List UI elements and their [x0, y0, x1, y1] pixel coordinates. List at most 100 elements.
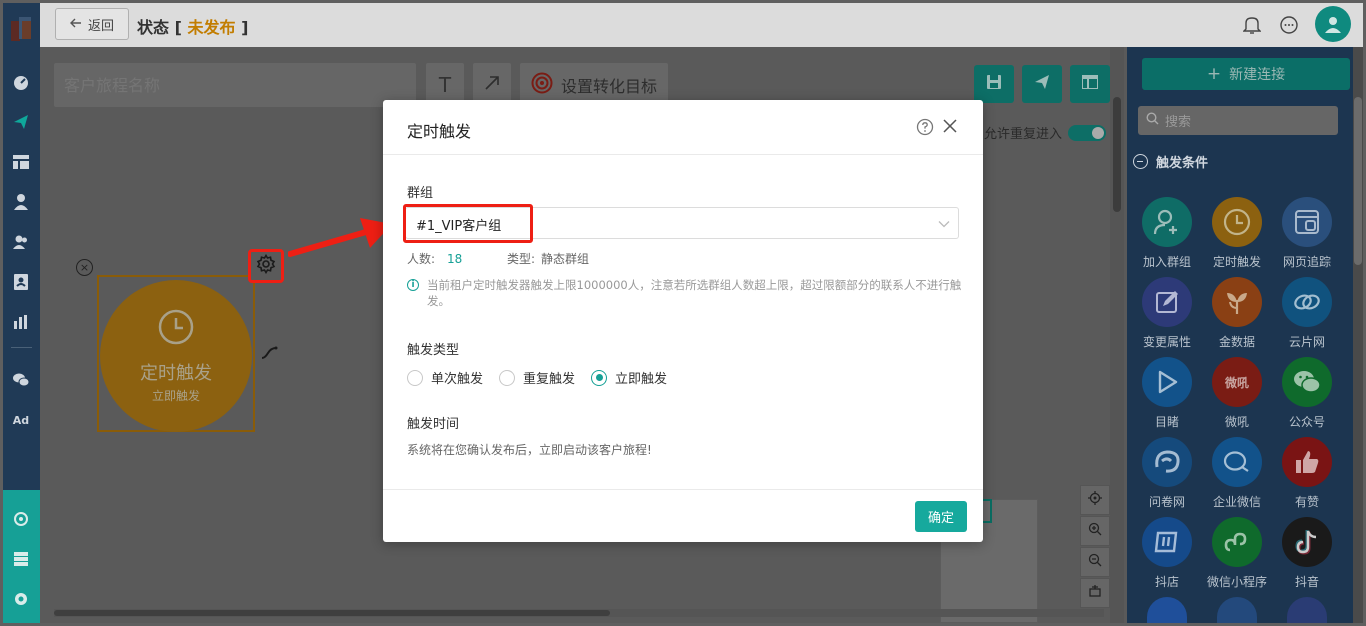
wechat-icon[interactable]: [12, 371, 30, 389]
avatar[interactable]: [1315, 6, 1351, 42]
tiktok-icon: [1282, 517, 1332, 567]
template-button[interactable]: [1070, 65, 1110, 103]
trigger-item-youzan[interactable]: 有赞: [1272, 437, 1342, 515]
confirm-button[interactable]: 确定: [915, 501, 967, 532]
page-title: 状态 [ 未发布 ]: [137, 14, 248, 38]
trigger-item-weihou[interactable]: 微吼 微吼: [1202, 357, 1272, 435]
trigger-item-wenjuan[interactable]: 问卷网: [1132, 437, 1202, 515]
plus-icon: +: [1206, 63, 1222, 84]
server-icon[interactable]: [12, 550, 30, 568]
group-count-value: 18: [447, 252, 463, 266]
connector-handle-icon[interactable]: [260, 346, 278, 364]
allow-repeat-toggle[interactable]: [1068, 124, 1107, 141]
trigger-item-join-group[interactable]: 加入群组: [1132, 197, 1202, 275]
chat-icon[interactable]: [1279, 15, 1299, 35]
trigger-item-label: 企业微信: [1212, 495, 1261, 509]
radio-label: 重复触发: [523, 372, 576, 387]
zoom-out-icon: [1088, 553, 1102, 571]
allow-repeat-label: 允许重复进入: [984, 127, 1063, 142]
allow-repeat-toggle-row: 允许重复进入: [984, 123, 1107, 142]
collapse-icon: [1133, 154, 1148, 169]
user-icon[interactable]: [12, 193, 30, 211]
radio-single-trigger[interactable]: 单次触发: [407, 368, 483, 387]
add-user-icon: [1142, 197, 1192, 247]
status-badge: 未发布: [187, 18, 236, 37]
trigger-item-jinshuju[interactable]: 金数据: [1202, 277, 1272, 355]
node-remove-button[interactable]: ×: [76, 259, 93, 276]
trigger-item-change-attribute[interactable]: 变更属性: [1132, 277, 1202, 355]
timer-trigger-node[interactable]: 定时触发 立即触发: [100, 280, 252, 432]
trigger-item-label: 问卷网: [1148, 495, 1185, 509]
trigger-item-work-wechat[interactable]: 企业微信: [1202, 437, 1272, 515]
bell-icon[interactable]: [1242, 15, 1263, 35]
node-settings-button[interactable]: [248, 249, 284, 283]
survey-icon: [1142, 437, 1192, 487]
trigger-item-yunpian[interactable]: 云片网: [1272, 277, 1342, 355]
chart-icon[interactable]: [12, 313, 30, 331]
radio-circle: [591, 369, 608, 386]
publish-button[interactable]: [1022, 65, 1062, 103]
send-icon: [1034, 74, 1050, 94]
trigger-item-partial[interactable]: [1217, 597, 1257, 623]
search-icon: [1146, 112, 1159, 129]
trigger-type-label: 触发类型: [407, 343, 460, 358]
timer-trigger-dialog: 定时触发 群组 #1_VIP客户组 人数: 18 类型: 静态群组 i 当前租户定时…: [383, 100, 983, 542]
logo[interactable]: [11, 17, 31, 43]
trigger-item-label: 微信小程序: [1206, 575, 1267, 589]
trigger-item-mudu[interactable]: 目睹: [1132, 357, 1202, 435]
trigger-item-label: 目睹: [1154, 415, 1179, 429]
work-wechat-icon: [1212, 437, 1262, 487]
new-connection-button[interactable]: + 新建连接: [1142, 58, 1350, 90]
dashboard-icon[interactable]: [12, 73, 30, 91]
layout-icon[interactable]: [12, 153, 30, 171]
send-icon[interactable]: [12, 113, 30, 131]
trigger-item-label: 定时触发: [1212, 255, 1261, 269]
locate-button[interactable]: [1080, 485, 1110, 515]
top-bar: 返回 状态 [ 未发布 ]: [40, 3, 1363, 47]
trigger-item-partial[interactable]: [1147, 597, 1187, 623]
radio-circle: [407, 369, 423, 386]
canvas-horizontal-scrollbar[interactable]: [54, 609, 1104, 617]
thumb-up-icon: [1282, 437, 1332, 487]
panel-scrollbar[interactable]: [1353, 47, 1363, 623]
trigger-section-header[interactable]: 触发条件: [1133, 152, 1208, 171]
trigger-type-radio-group: 单次触发 重复触发 立即触发: [407, 368, 667, 387]
settings-icon[interactable]: [12, 590, 30, 608]
trigger-item-doudian[interactable]: 抖店: [1132, 517, 1202, 595]
trigger-item-miniprogram[interactable]: 微信小程序: [1202, 517, 1272, 595]
trigger-item-label: 抖店: [1154, 575, 1179, 589]
trigger-item-web-tracking[interactable]: 网页追踪: [1272, 197, 1342, 275]
save-button[interactable]: [974, 65, 1014, 103]
close-icon[interactable]: [943, 119, 959, 135]
group-label: 群组: [407, 186, 434, 201]
trigger-item-douyin[interactable]: 抖音: [1272, 517, 1342, 595]
ad-icon[interactable]: Ad: [12, 411, 30, 429]
back-button[interactable]: 返回: [55, 8, 129, 40]
contact-card-icon[interactable]: [12, 273, 30, 291]
arrow-left-icon: [69, 17, 82, 32]
zoom-in-button[interactable]: [1080, 516, 1110, 546]
help-icon[interactable]: [916, 118, 934, 136]
trigger-section-title: 触发条件: [1156, 156, 1209, 171]
users-icon[interactable]: [12, 233, 30, 251]
network-icon[interactable]: [12, 510, 30, 528]
webpage-icon: [1282, 197, 1332, 247]
weihou-icon: 微吼: [1212, 357, 1262, 407]
gear-icon: [256, 253, 276, 278]
group-type-label: 类型:: [507, 252, 536, 266]
trigger-item-partial[interactable]: [1287, 597, 1327, 623]
zoom-in-icon: [1088, 522, 1102, 540]
play-icon: [1142, 357, 1192, 407]
radio-repeat-trigger[interactable]: 重复触发: [499, 368, 575, 387]
fit-view-button[interactable]: [1080, 578, 1110, 608]
trigger-item-timer[interactable]: 定时触发: [1202, 197, 1272, 275]
status-close-bracket: ]: [241, 18, 249, 37]
zoom-out-button[interactable]: [1080, 547, 1110, 577]
trigger-item-official-account[interactable]: 公众号: [1272, 357, 1342, 435]
radio-immediate-trigger[interactable]: 立即触发: [591, 368, 667, 387]
search-input[interactable]: 搜索: [1138, 106, 1338, 135]
component-panel: + 新建连接 搜索 触发条件 加入群组 定时触发 网页追踪 变更属性 金数据 云…: [1127, 47, 1353, 623]
canvas-vertical-scrollbar[interactable]: [1110, 47, 1124, 623]
trigger-item-label: 微吼: [1224, 415, 1249, 429]
journey-name-input[interactable]: [54, 63, 416, 107]
